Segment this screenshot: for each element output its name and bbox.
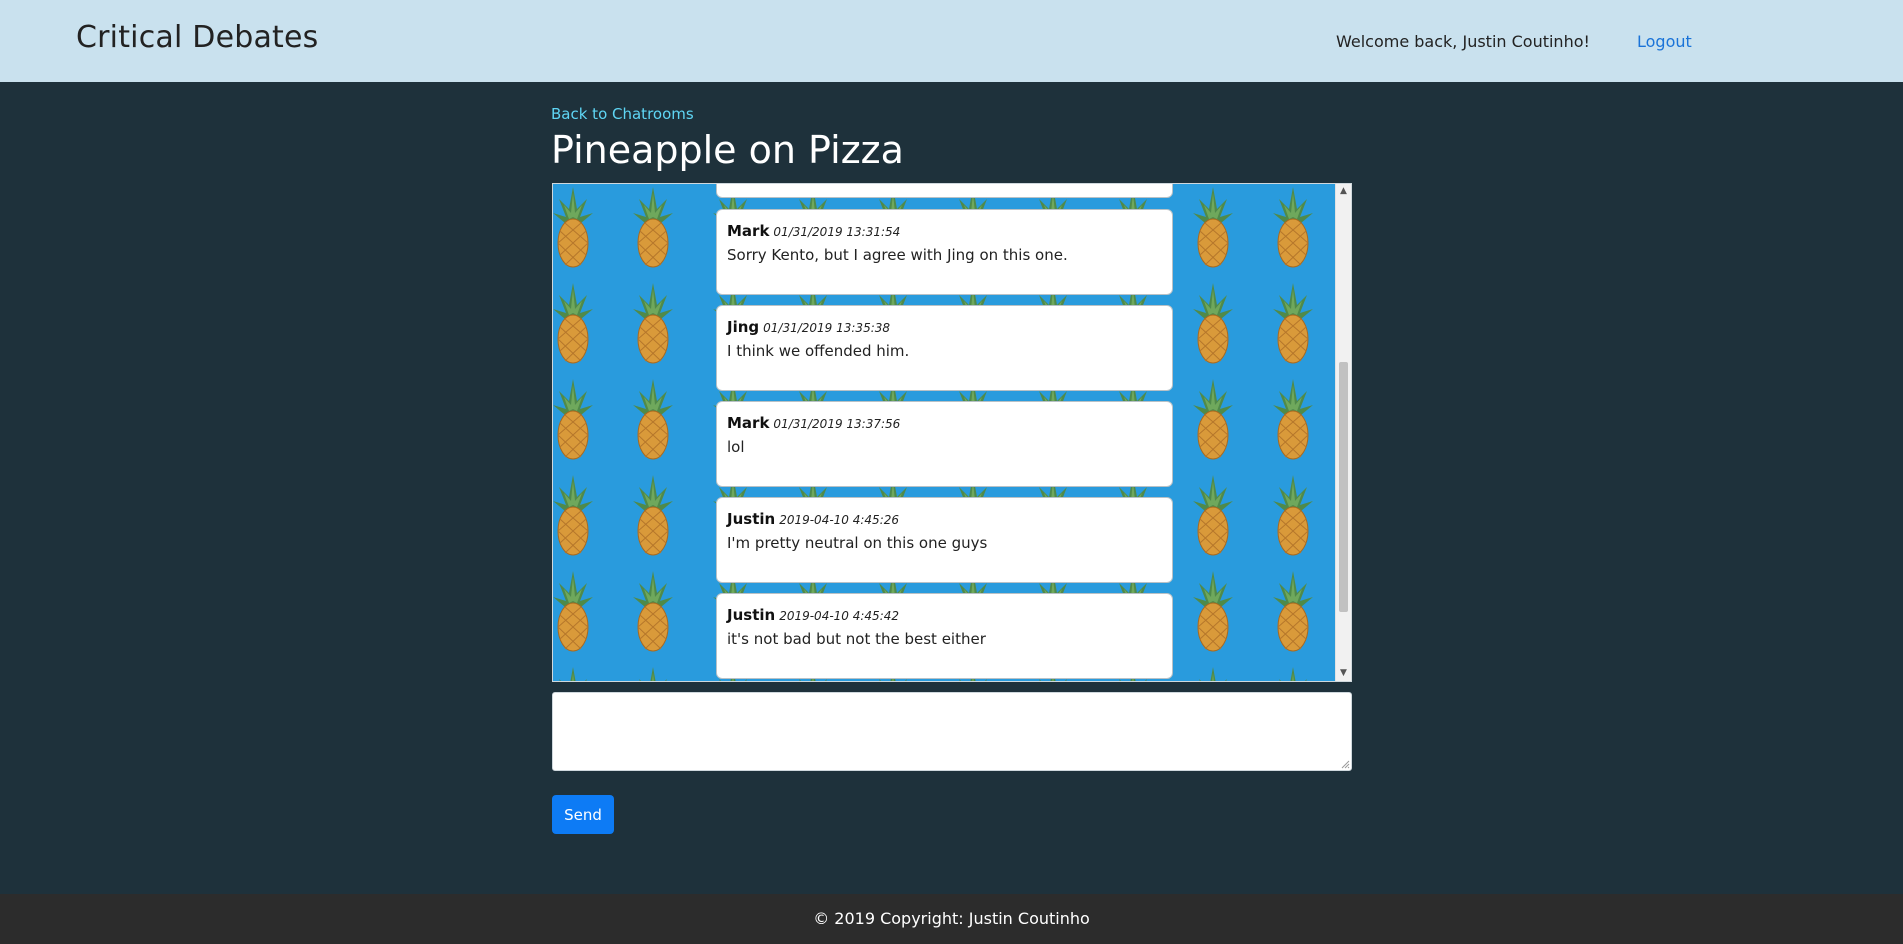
site-brand[interactable]: Critical Debates	[76, 20, 319, 55]
message-timestamp: 01/31/2019 13:37:56	[773, 417, 901, 431]
scroll-down-icon[interactable]: ▼	[1336, 666, 1351, 681]
message-card: Jing 01/31/2019 13:35:38 I think we offen…	[716, 305, 1173, 391]
message-card: Mark 01/31/2019 13:37:56 lol	[716, 401, 1173, 487]
chatroom-title: Pineapple on Pizza	[551, 128, 904, 172]
welcome-message: Welcome back, Justin Coutinho!	[1336, 32, 1590, 51]
message-timestamp: 01/31/2019 13:35:38	[763, 321, 891, 335]
message-list: Mark 01/31/2019 13:31:54 Sorry Kento, but…	[716, 184, 1173, 681]
message-text: I'm pretty neutral on this one guys	[727, 534, 988, 552]
message-card: Justin 2019-04-10 4:45:26 I'm pretty neut…	[716, 497, 1173, 583]
message-author: Mark	[727, 414, 770, 432]
back-to-chatrooms-link[interactable]: Back to Chatrooms	[551, 105, 694, 123]
navbar: Critical Debates Welcome back, Justin Co…	[0, 0, 1903, 82]
message-timestamp: 2019-04-10 4:45:26	[779, 513, 899, 527]
message-author: Mark	[727, 222, 770, 240]
message-card: Mark 01/31/2019 13:31:54 Sorry Kento, but…	[716, 209, 1173, 295]
send-button[interactable]: Send	[552, 795, 614, 834]
logout-link[interactable]: Logout	[1637, 32, 1692, 51]
message-author: Justin	[727, 606, 776, 624]
chat-window[interactable]: Mark 01/31/2019 13:31:54 Sorry Kento, but…	[552, 183, 1352, 682]
message-text: I think we offended him.	[727, 342, 910, 360]
chat-scrollbar[interactable]: ▲ ▼	[1335, 184, 1351, 681]
message-text: it's not bad but not the best either	[727, 630, 986, 648]
message-text: lol	[727, 438, 745, 456]
footer: © 2019 Copyright: Justin Coutinho	[0, 894, 1903, 944]
scroll-thumb[interactable]	[1339, 362, 1348, 612]
message-timestamp: 01/31/2019 13:31:54	[773, 225, 901, 239]
scroll-up-icon[interactable]: ▲	[1336, 184, 1351, 199]
message-card-partial	[716, 184, 1173, 198]
message-author: Justin	[727, 510, 776, 528]
footer-copyright: © 2019 Copyright: Justin Coutinho	[813, 909, 1090, 928]
message-card: Justin 2019-04-10 4:45:42 it's not bad bu…	[716, 593, 1173, 679]
message-text: Sorry Kento, but I agree with Jing on th…	[727, 246, 1068, 264]
message-timestamp: 2019-04-10 4:45:42	[779, 609, 899, 623]
message-author: Jing	[727, 318, 760, 336]
message-input[interactable]	[552, 692, 1352, 771]
